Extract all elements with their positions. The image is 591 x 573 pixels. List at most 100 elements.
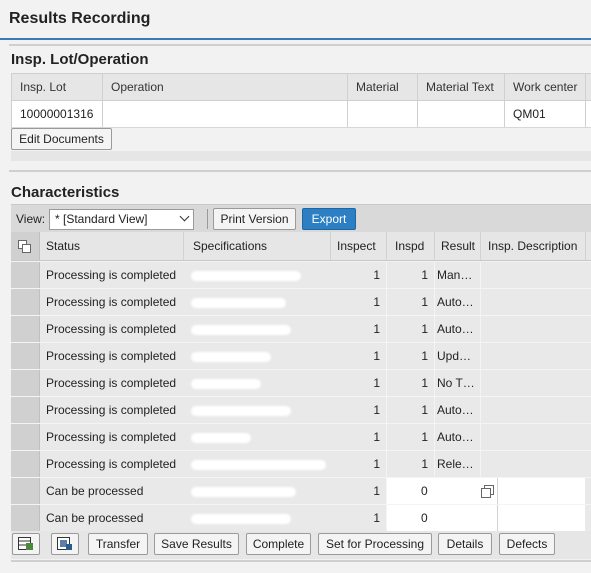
chevron-down-icon: [179, 211, 190, 222]
section-divider: [9, 170, 591, 172]
row-status: Processing is completed: [46, 376, 177, 390]
redacted-text: [191, 487, 296, 497]
row-result: Auto…: [437, 322, 474, 336]
row-insp-description: [482, 343, 585, 369]
redacted-text: [191, 406, 291, 416]
row-status: Can be processed: [46, 511, 144, 525]
redacted-text: [191, 460, 326, 470]
print-version-button[interactable]: Print Version: [213, 208, 296, 230]
row-status: Processing is completed: [46, 430, 177, 444]
col-inspd[interactable]: Inspd: [389, 232, 434, 260]
row-insp-description[interactable]: [498, 505, 585, 531]
row-selector[interactable]: [11, 505, 40, 531]
row-selector[interactable]: [11, 478, 40, 504]
lot-table: Insp. Lot Operation Material Material Te…: [11, 73, 591, 128]
transfer-button[interactable]: Transfer: [88, 533, 148, 555]
row-inspect: 1: [373, 295, 380, 309]
row-specifications: [187, 289, 330, 315]
row-status: Processing is completed: [46, 295, 177, 309]
row-result: Rele…: [437, 457, 474, 471]
select-all-rows-button[interactable]: [12, 533, 40, 555]
row-selector[interactable]: [11, 289, 40, 315]
row-insp-description: [482, 451, 585, 477]
save-results-button[interactable]: Save Results: [154, 533, 239, 555]
table-row[interactable]: Processing is completed 1 1 Upd…: [11, 343, 591, 370]
view-select[interactable]: * [Standard View]: [49, 209, 194, 230]
col-insp-lot[interactable]: Insp. Lot: [12, 74, 103, 100]
lot-table-header: Insp. Lot Operation Material Material Te…: [12, 73, 591, 101]
row-result: Auto…: [437, 430, 474, 444]
table-select-icon: [18, 537, 33, 550]
lot-table-row[interactable]: 10000001316 QM01: [12, 101, 591, 128]
operation-value: [103, 101, 348, 127]
table-row[interactable]: Processing is completed 1 1 Auto…: [11, 424, 591, 451]
col-material[interactable]: Material: [348, 74, 418, 100]
row-selector[interactable]: [11, 262, 40, 288]
row-specifications: [187, 262, 330, 288]
table-row[interactable]: Processing is completed 1 1 Auto…: [11, 397, 591, 424]
complete-button[interactable]: Complete: [246, 533, 311, 555]
table-row[interactable]: Can be processed 1 0: [11, 505, 591, 532]
deselect-rows-button[interactable]: [51, 533, 79, 555]
lot-section-title: Insp. Lot/Operation: [11, 51, 149, 68]
app-title: Results Recording: [9, 10, 151, 27]
row-selector[interactable]: [11, 370, 40, 396]
redacted-text: [191, 298, 286, 308]
edit-documents-button[interactable]: Edit Documents: [11, 128, 112, 150]
lot-section-footer: [11, 151, 591, 161]
row-inspect: 1: [373, 511, 380, 525]
row-inspd: 1: [421, 322, 428, 336]
row-insp-description: [482, 424, 585, 450]
table-row[interactable]: Processing is completed 1 1 Man…: [11, 262, 591, 289]
row-inspd: 1: [421, 349, 428, 363]
row-selector[interactable]: [11, 424, 40, 450]
row-insp-description[interactable]: [498, 478, 585, 504]
row-inspect: 1: [373, 349, 380, 363]
row-selector[interactable]: [11, 451, 40, 477]
set-for-processing-button[interactable]: Set for Processing: [318, 533, 432, 555]
row-result: Auto…: [437, 403, 474, 417]
material-value: [348, 101, 418, 127]
row-specifications: [187, 370, 330, 396]
col-insp-description[interactable]: Insp. Description: [482, 232, 585, 260]
footer-divider: [11, 560, 591, 562]
table-row[interactable]: Processing is completed 1 1 No T…: [11, 370, 591, 397]
details-button[interactable]: Details: [438, 533, 492, 555]
table-row[interactable]: Processing is completed 1 1 Rele…: [11, 451, 591, 478]
value-help-icon[interactable]: [481, 485, 495, 498]
row-status: Processing is completed: [46, 322, 177, 336]
app-header: Results Recording: [0, 0, 591, 40]
defects-button[interactable]: Defects: [499, 533, 555, 555]
col-work-center[interactable]: Work center: [505, 74, 586, 100]
row-status: Processing is completed: [46, 403, 177, 417]
row-inspd: 1: [421, 430, 428, 444]
row-inspd-input[interactable]: 0: [387, 505, 497, 531]
col-material-text[interactable]: Material Text: [418, 74, 505, 100]
row-status: Processing is completed: [46, 268, 177, 282]
col-inspect[interactable]: Inspect: [331, 232, 386, 260]
section-divider: [9, 44, 591, 46]
table-row[interactable]: Processing is completed 1 1 Auto…: [11, 289, 591, 316]
redacted-text: [191, 433, 251, 443]
col-operation[interactable]: Operation: [103, 74, 348, 100]
redacted-text: [191, 325, 291, 335]
col-status[interactable]: Status: [40, 232, 183, 260]
row-result: Upd…: [437, 349, 472, 363]
row-inspd: 1: [421, 268, 428, 282]
work-center-value: QM01: [505, 101, 586, 127]
row-inspd: 1: [421, 457, 428, 471]
table-row[interactable]: Can be processed 1 0: [11, 478, 591, 505]
table-row[interactable]: Processing is completed 1 1 Auto…: [11, 316, 591, 343]
export-button[interactable]: Export: [302, 208, 356, 230]
row-selector[interactable]: [11, 397, 40, 423]
row-selector[interactable]: [11, 316, 40, 342]
row-status: Can be processed: [46, 484, 144, 498]
col-result[interactable]: Result: [435, 232, 480, 260]
row-inspect: 1: [373, 268, 380, 282]
insp-lot-value: 10000001316: [12, 101, 103, 127]
select-all-cell[interactable]: [11, 232, 40, 260]
row-insp-description: [482, 397, 585, 423]
row-insp-description: [482, 316, 585, 342]
row-selector[interactable]: [11, 343, 40, 369]
col-specifications[interactable]: Specifications: [187, 232, 330, 260]
